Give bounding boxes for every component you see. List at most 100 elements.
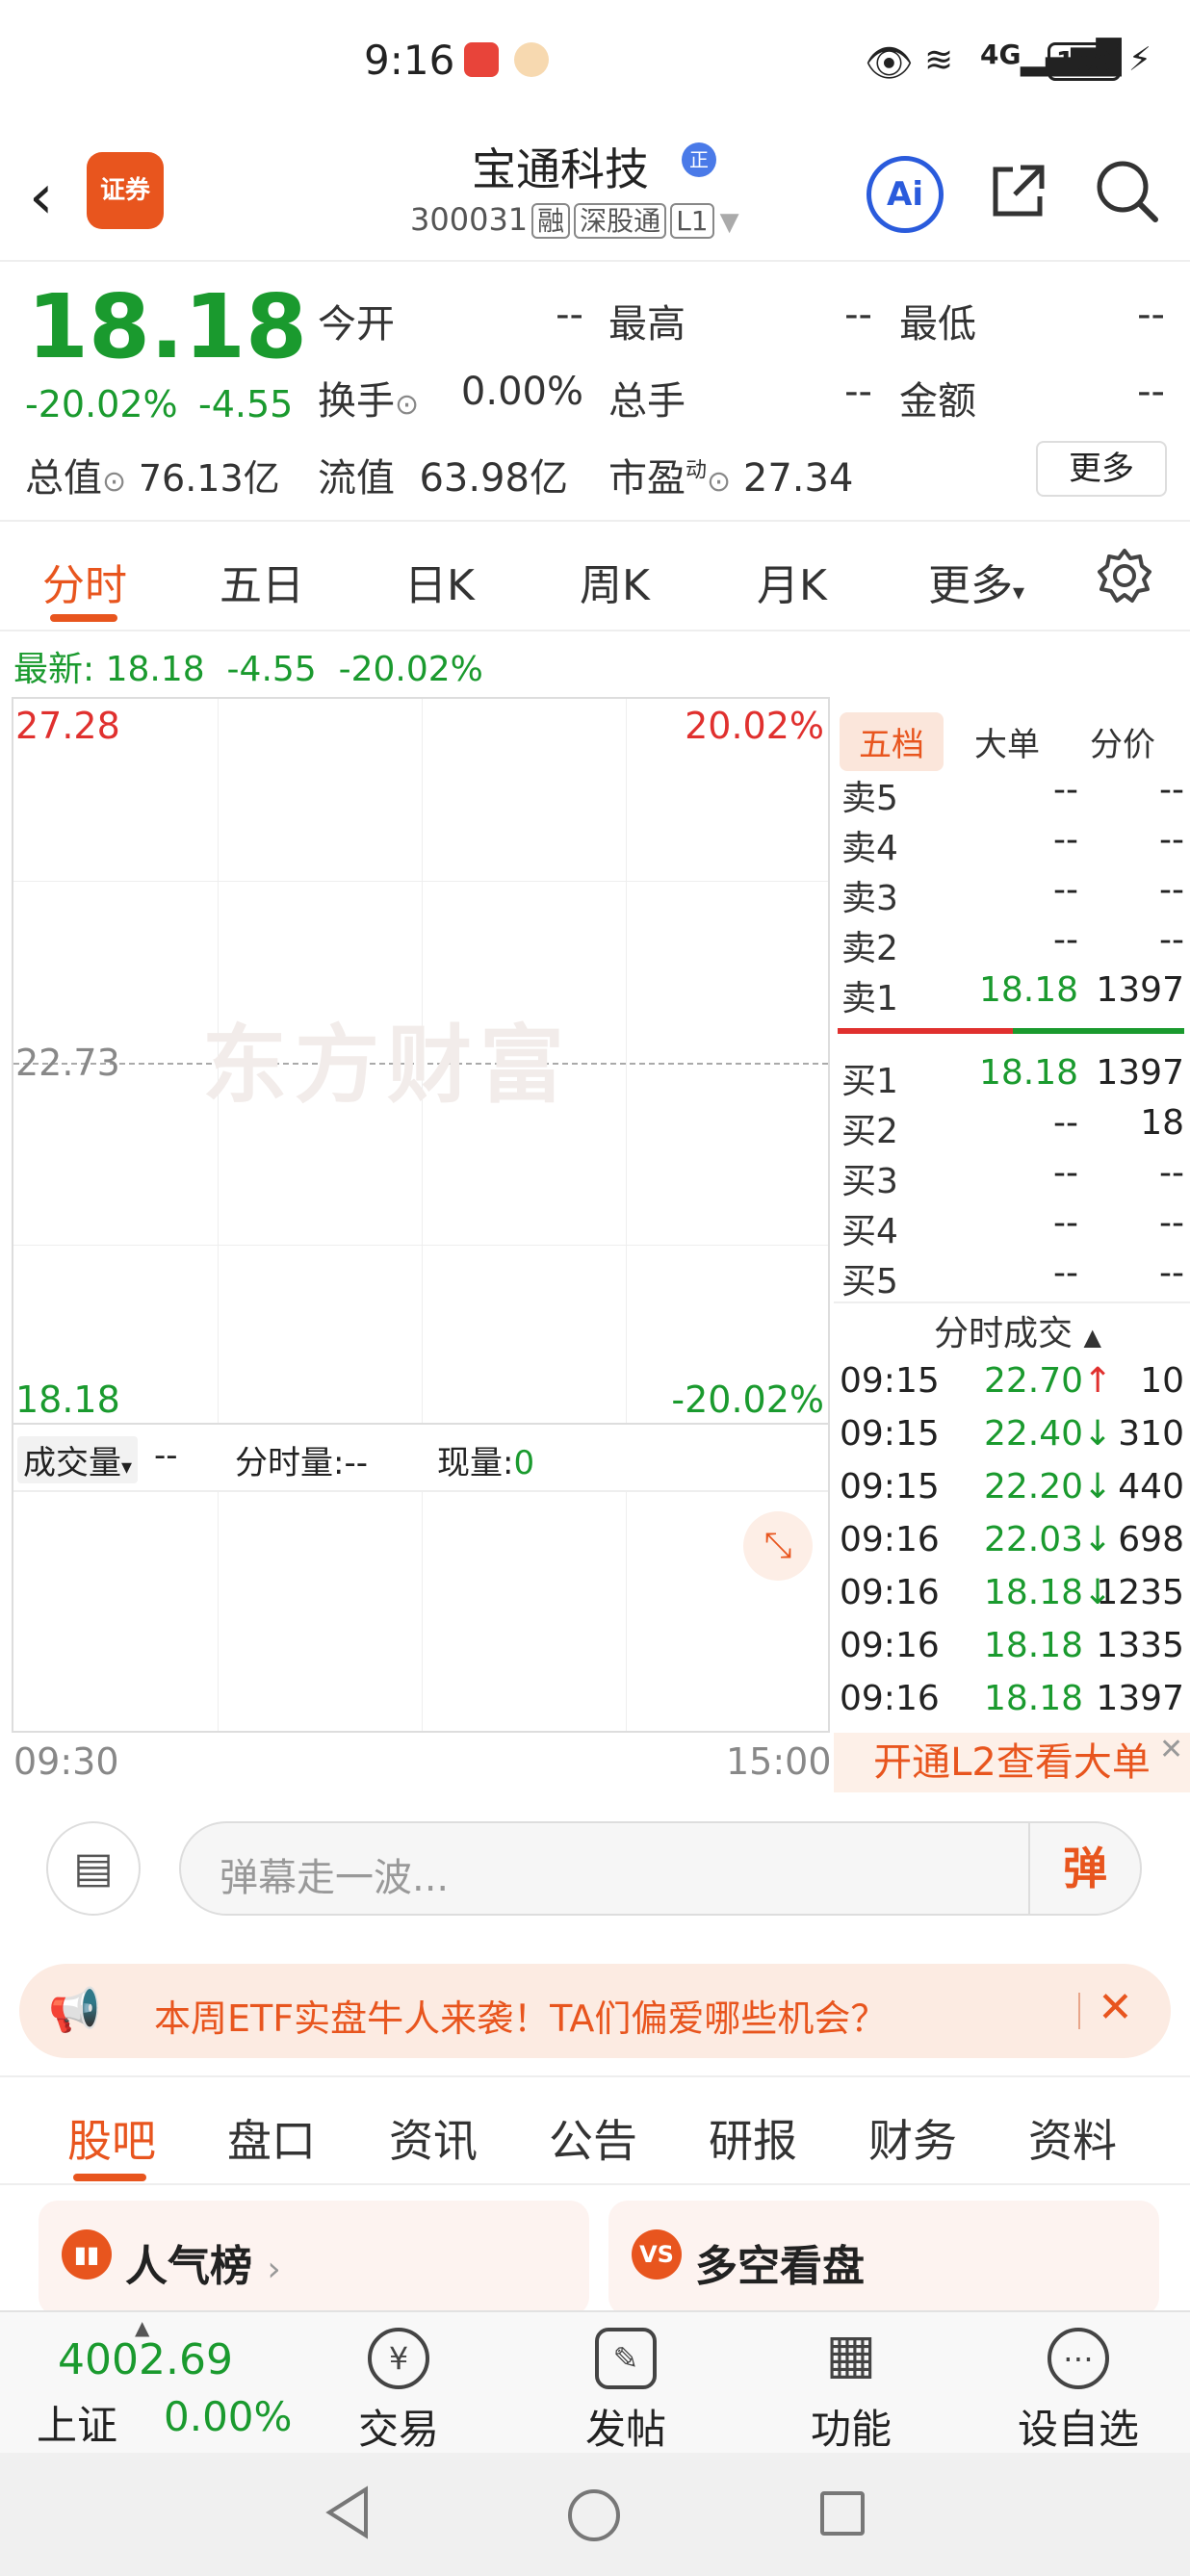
tag-connect: 深股通 [574,203,667,239]
megaphone-icon: 📢 [48,1986,101,2035]
nav-trade[interactable]: ¥ 交易 [322,2328,476,2456]
turnover-label[interactable]: 换手⊙ [318,370,419,425]
tab-forum[interactable]: 股吧 [67,2106,156,2170]
volume-selector-value: -- [154,1436,178,1475]
verified-badge: 正 [682,142,716,177]
volume-label: 总手 [608,379,686,424]
market-cap[interactable]: 总值⊙ 76.13亿 [25,447,280,502]
time-end-label: 15:00 [726,1740,832,1783]
tab-five-level[interactable]: 五档 [840,712,944,771]
tab-news[interactable]: 资讯 [389,2106,478,2170]
more-button[interactable]: 更多 [1036,441,1167,497]
active-tab-indicator [73,2174,146,2181]
back-icon[interactable]: ‹ [29,162,54,233]
back-triangle-icon[interactable] [323,2486,372,2543]
buy-row: 买1 18.18 1397 [841,1053,1184,1101]
eye-icon: 👁 [865,41,914,86]
promo-banner[interactable]: 📢 本周ETF实盘牛人来袭！TA们偏爱哪些机会？ ✕ [19,1964,1171,2058]
danmu-input[interactable]: 弹幕走一波... 弹 [179,1821,1142,1916]
tab-big-orders[interactable]: 大单 [974,718,1040,765]
danmu-settings-icon[interactable]: ▤ [46,1821,141,1916]
buy-row: 买3 -- -- [841,1153,1184,1201]
sell-row: 卖4 -- -- [841,820,1184,868]
nav-functions[interactable]: ▦ 功能 [774,2328,928,2456]
more-icon: ⋯ [1048,2328,1109,2389]
popularity-title: 人气榜 › [125,2242,281,2291]
volume-panel: 成交量▾ -- 分时量:-- 现量:0 ⤡ [12,1425,830,1733]
sell-ratio-bar [838,1028,1013,1034]
danmu-bar: ▤ 弹幕走一波... 弹 [0,1796,1190,1970]
index-name[interactable]: 上证 [37,2393,117,2452]
sell-row: 卖5 -- -- [841,770,1184,818]
low-label: 最低 [899,302,976,347]
brand-logo[interactable]: 证券 [87,152,164,229]
settings-icon[interactable] [1096,547,1153,605]
tab-finance[interactable]: 财务 [868,2106,957,2170]
trade-row: 09:16 18.18↓ 1235 [840,1573,1184,1612]
high-value: -- [844,293,872,337]
yen-icon: ¥ [368,2328,429,2389]
l2-upgrade-banner[interactable]: 开通L2查看大单 [834,1733,1190,1792]
tab-profile[interactable]: 资料 [1028,2106,1117,2170]
tab-monthly-k[interactable]: 月K [757,551,827,612]
network-label: 4G [980,39,1022,70]
share-icon[interactable] [988,160,1049,221]
system-nav [0,2453,1190,2576]
pe-ratio[interactable]: 市盈动⊙ 27.34 [608,447,853,502]
current-price: 18.18 [27,275,308,378]
recents-square-icon[interactable] [820,2491,865,2536]
sell-row: 卖2 -- -- [841,920,1184,968]
chevron-down-icon: ▼ [719,208,739,237]
change-pct: -20.02% [25,383,178,425]
status-time: 9:16 [364,37,455,84]
buy-ratio-bar [1013,1028,1184,1034]
stock-code-line[interactable]: 300031 融深股通 L1 ▼ [410,200,739,239]
time-start-label: 09:30 [13,1740,119,1783]
volume-selector[interactable]: 成交量▾ [17,1436,139,1483]
home-circle-icon[interactable] [568,2489,620,2541]
high-label: 最高 [608,302,686,347]
tab-more[interactable]: 更多▾ [928,551,1024,612]
search-icon[interactable] [1094,158,1161,225]
stock-code: 300031 [410,201,529,238]
trade-row: 09:16 18.18 1335 [840,1626,1184,1665]
tab-handicap[interactable]: 盘口 [227,2106,316,2170]
tab-weekly-k[interactable]: 周K [580,551,650,612]
caret-down-icon: ▾ [1013,579,1025,605]
danmu-send-button[interactable]: 弹 [1028,1823,1140,1914]
stock-header: ‹ 证券 宝通科技 正 300031 融深股通 L1 ▼ Ai [0,135,1190,262]
tab-price-dist[interactable]: 分价 [1090,718,1155,765]
amount-value: -- [1137,370,1165,414]
tab-intraday[interactable]: 分时 [42,551,127,612]
danmu-placeholder: 弹幕走一波... [220,1856,450,1900]
grid-icon: ▦ [825,2323,877,2385]
low-value: -- [1137,293,1165,337]
bottom-nav: ▲ 4002.69 上证 0.00% ¥ 交易 ✎ 发帖 ▦ 功能 ⋯ 设自选 [0,2310,1190,2453]
index-value[interactable]: 4002.69 [58,2335,233,2384]
amount-label: 金额 [899,379,976,424]
trade-row: 09:16 18.18 1397 [840,1679,1184,1718]
info-icon: ⊙ [102,465,127,499]
buy-row: 买2 -- 18 [841,1103,1184,1151]
nav-add-watchlist[interactable]: ⋯ 设自选 [1001,2328,1155,2456]
chart-bar-icon: ▮▮ [62,2229,112,2280]
nav-post[interactable]: ✎ 发帖 [549,2328,703,2456]
tab-five-day[interactable]: 五日 [220,551,304,612]
ai-button[interactable]: Ai [867,156,944,233]
bull-bear-card[interactable]: VS 多空看盘 [608,2201,1159,2316]
intraday-volume: 分时量:-- [235,1444,369,1482]
close-icon[interactable]: ✕ [1098,1983,1133,2032]
popularity-card[interactable]: ▮▮ 人气榜 › [39,2201,589,2316]
vs-icon: VS [632,2229,682,2280]
close-icon[interactable]: ✕ [1159,1733,1183,1766]
latest-quote: 最新: 18.18 -4.55 -20.02% [13,650,483,689]
tab-research[interactable]: 研报 [709,2106,797,2170]
index-pct[interactable]: 0.00% [164,2393,292,2440]
pct-low-label: -20.02% [671,1378,824,1421]
status-bar: 9:16 👁 ≋ 4G ▂▄▆█ 100 ⚡ [0,0,1190,135]
tab-announcements[interactable]: 公告 [549,2106,637,2170]
chevron-right-icon: › [267,2250,281,2289]
trades-header[interactable]: 分时成交 ▲ [934,1305,1101,1355]
tab-daily-k[interactable]: 日K [404,551,475,612]
expand-icon[interactable]: ⤡ [743,1511,813,1581]
